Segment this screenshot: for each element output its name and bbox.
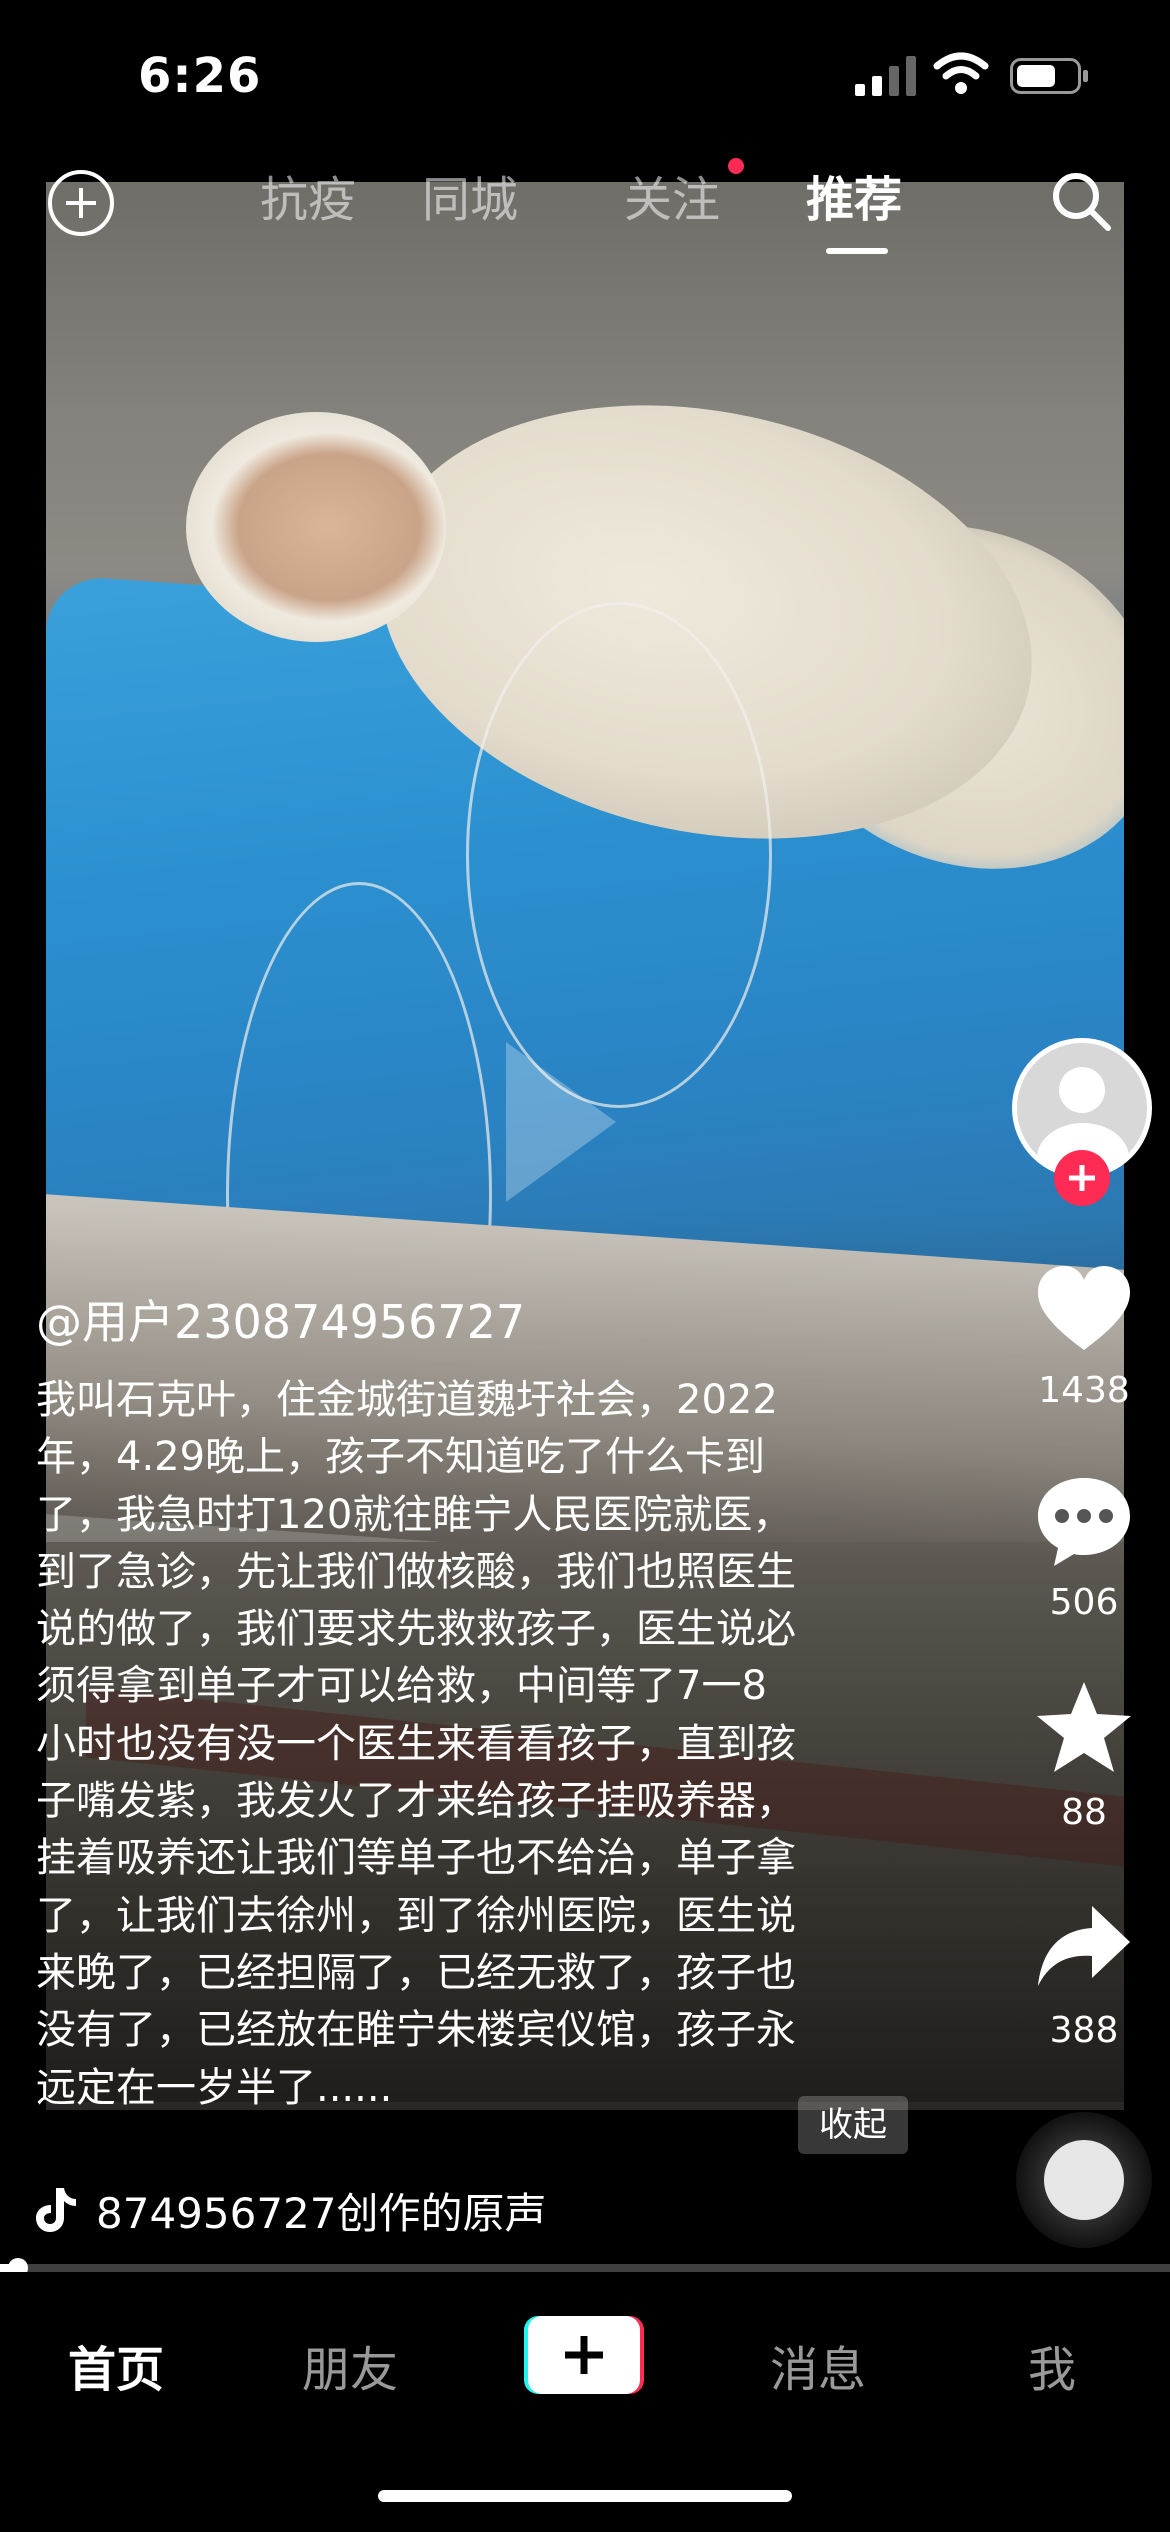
description-line: 年，4.29晚上，孩子不知道吃了什么卡到 xyxy=(36,1434,766,1481)
nav-home[interactable]: 首页 xyxy=(68,2330,164,2400)
comment-count: 506 xyxy=(1049,1582,1119,1623)
share-icon[interactable] xyxy=(1034,1896,1134,1996)
add-circle-icon[interactable] xyxy=(48,170,114,236)
heart-icon[interactable] xyxy=(1034,1262,1134,1362)
nav-me[interactable]: 我 xyxy=(1028,2330,1076,2400)
create-button[interactable] xyxy=(524,2316,644,2394)
battery-icon xyxy=(1010,58,1088,94)
status-bar: 6:26 xyxy=(0,0,1170,160)
collapse-button[interactable]: 收起 xyxy=(798,2096,908,2154)
screen: 6:26 抗疫 同城 关注 推荐 1438 506 88 388 @用户2308… xyxy=(0,0,1170,2532)
music-disc[interactable] xyxy=(1016,2112,1152,2248)
description-line: 远定在一岁半了...... xyxy=(36,2064,393,2111)
description-line: 子嘴发紫，我发火了才来给孩子挂吸养器， xyxy=(36,1778,796,1825)
video-baby-head xyxy=(186,412,446,642)
video-progress-bar[interactable] xyxy=(0,2258,1170,2278)
like-count: 1438 xyxy=(1038,1370,1130,1411)
tab-tongcheng[interactable]: 同城 xyxy=(422,172,518,228)
description-line: 说的做了，我们要求先救救孩子，医生说必 xyxy=(36,1606,796,1653)
description-line: 到了急诊，先让我们做核酸，我们也照医生 xyxy=(36,1548,796,1595)
tab-kangyi[interactable]: 抗疫 xyxy=(260,172,356,228)
share-count: 388 xyxy=(1049,2010,1119,2051)
description-line: 我叫石克叶，住金城街道魏圩社会，2022 xyxy=(36,1377,778,1423)
description-line: 没有了，已经放在睢宁朱楼宾仪馆，孩子永 xyxy=(36,2007,796,2054)
notification-dot xyxy=(728,158,744,174)
follow-button[interactable] xyxy=(1054,1150,1110,1206)
active-tab-indicator xyxy=(826,248,888,254)
nav-friends[interactable]: 朋友 xyxy=(302,2330,398,2400)
description-line: 了，让我们去徐州，到了徐州医院，医生说 xyxy=(36,1892,796,1939)
post-description: 我叫石克叶，住金城街道魏圩社会，2022 年，4.29晚上，孩子不知道吃了什么卡… xyxy=(36,1372,916,2117)
status-time: 6:26 xyxy=(138,48,262,104)
plus-icon xyxy=(528,2316,640,2394)
music-note-icon xyxy=(36,2188,76,2232)
comment-icon[interactable] xyxy=(1034,1470,1134,1570)
home-indicator xyxy=(378,2490,792,2502)
search-icon[interactable] xyxy=(1048,168,1114,234)
nav-messages[interactable]: 消息 xyxy=(770,2330,866,2400)
author-name[interactable]: @用户230874956727 xyxy=(36,1286,525,1352)
wifi-icon xyxy=(933,52,989,94)
description-line: 了，我急时打120就往睢宁人民医院就医， xyxy=(36,1491,793,1538)
music-title[interactable]: 874956727创作的原声 xyxy=(96,2180,547,2241)
avatar-head xyxy=(1059,1067,1105,1113)
description-line: 须得拿到单子才可以给救，中间等了7一8 xyxy=(36,1663,767,1710)
favorite-count: 88 xyxy=(1061,1792,1107,1833)
music-disc-cover xyxy=(1044,2140,1124,2220)
tab-tuijian[interactable]: 推荐 xyxy=(806,172,902,228)
tab-guanzhu[interactable]: 关注 xyxy=(624,172,720,228)
video-wire xyxy=(466,602,772,1108)
description-line: 挂着吸养还让我们等单子也不给治，单子拿 xyxy=(36,1835,796,1882)
star-icon[interactable] xyxy=(1034,1678,1134,1778)
play-icon[interactable] xyxy=(506,1042,616,1202)
description-line: 来晚了，已经担隔了，已经无救了，孩子也 xyxy=(36,1949,796,1996)
cellular-signal-icon xyxy=(855,56,916,96)
description-line: 小时也没有没一个医生来看看孩子，直到孩 xyxy=(36,1720,796,1767)
